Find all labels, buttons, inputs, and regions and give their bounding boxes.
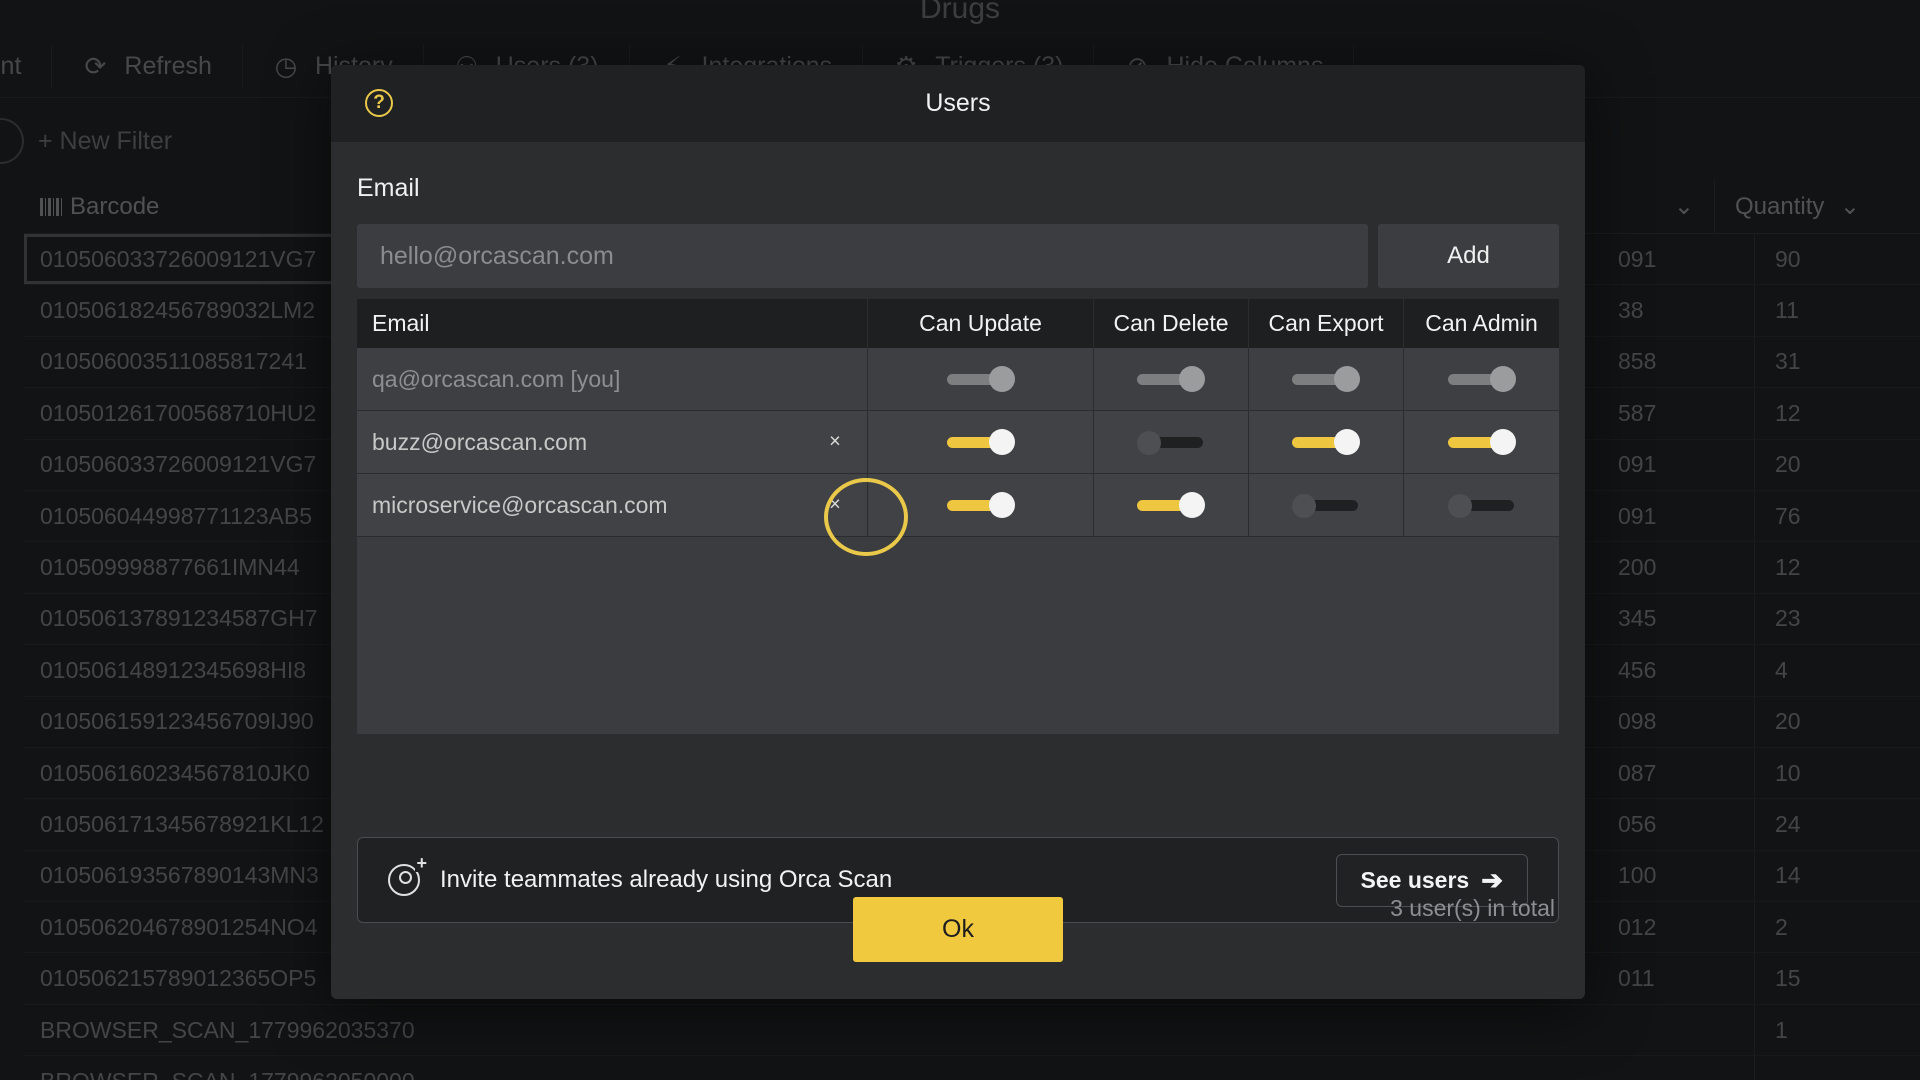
can-update-toggle (946, 364, 1015, 394)
add-button[interactable]: Add (1378, 224, 1559, 288)
toggle-knob (988, 429, 1015, 455)
header-can-delete: Can Delete (1094, 299, 1249, 348)
permission-cell-can-export (1249, 474, 1404, 536)
can-delete-toggle[interactable] (1137, 427, 1205, 457)
dialog-body: Email Add Email Can Update Can Delete Ca… (357, 142, 1559, 734)
dialog-header: ? Users (331, 65, 1585, 142)
can-export-toggle[interactable] (1292, 490, 1360, 520)
can-admin-toggle (1447, 364, 1516, 394)
email-label: Email (357, 174, 420, 202)
toggle-knob (1447, 494, 1472, 518)
toggle-knob (1292, 494, 1316, 518)
permission-cell-can-admin (1404, 348, 1559, 410)
user-email: buzz@orcascan.com (372, 428, 588, 455)
email-input[interactable] (357, 224, 1368, 288)
user-email: microservice@orcascan.com (372, 491, 668, 518)
permission-cell-can-delete (1094, 411, 1249, 473)
header-email: Email (357, 299, 868, 348)
permission-cell-can-delete (1094, 348, 1249, 410)
ok-button[interactable]: Ok (853, 897, 1063, 962)
can-delete-toggle[interactable] (1137, 490, 1205, 520)
click-highlight-ring (824, 478, 908, 556)
user-email-cell: buzz@orcascan.com × (357, 411, 868, 473)
help-icon[interactable]: ? (365, 89, 393, 117)
toggle-knob (988, 492, 1015, 518)
header-can-admin: Can Admin (1425, 310, 1538, 336)
can-admin-toggle[interactable] (1447, 427, 1516, 457)
toggle-knob (1179, 366, 1205, 392)
can-delete-toggle (1137, 364, 1205, 394)
users-table-header: Email Can Update Can Delete Can Export C… (357, 299, 1559, 348)
permission-cell-can-export (1249, 348, 1404, 410)
permission-cell-can-export (1249, 411, 1404, 473)
can-update-toggle[interactable] (946, 490, 1015, 520)
user-email: qa@orcascan.com [you] (372, 365, 621, 392)
user-email-cell: qa@orcascan.com [you] (357, 348, 868, 410)
toggle-knob (1334, 366, 1360, 392)
arrow-right-icon: ➔ (1481, 864, 1503, 895)
permission-cell-can-admin (1404, 474, 1559, 536)
user-row: qa@orcascan.com [you] (357, 348, 1559, 411)
user-email-cell: microservice@orcascan.com × (357, 474, 908, 556)
can-export-toggle (1292, 364, 1360, 394)
toggle-knob (1489, 366, 1516, 392)
invite-text: Invite teammates already using Orca Scan (440, 866, 893, 893)
permission-cell-can-update (868, 348, 1094, 410)
permission-cell-can-admin (1404, 411, 1559, 473)
add-user-icon (388, 854, 428, 896)
header-can-update: Can Update (868, 299, 1094, 348)
permission-cell-can-delete (1094, 474, 1249, 536)
user-count: 3 user(s) in total (1390, 895, 1555, 921)
users-table: Email Can Update Can Delete Can Export C… (357, 299, 1559, 734)
users-table-body: qa@orcascan.com [you] buzz@orcascan.com × m… (357, 348, 1559, 556)
can-admin-toggle[interactable] (1447, 490, 1516, 520)
can-update-toggle[interactable] (946, 427, 1015, 457)
toggle-knob (988, 366, 1015, 392)
toggle-knob (1489, 429, 1516, 455)
toggle-knob (1137, 431, 1161, 455)
toggle-knob (1334, 429, 1360, 455)
user-row: microservice@orcascan.com × (357, 474, 1559, 556)
remove-user-icon[interactable]: × (825, 431, 845, 454)
user-row: buzz@orcascan.com × (357, 411, 1559, 474)
add-user-row: Add (357, 224, 1559, 288)
see-users-label: See users (1360, 866, 1470, 893)
users-dialog: ? Users Email Add Email Can Update Can D… (331, 65, 1585, 999)
permission-cell-can-update (868, 411, 1094, 473)
can-export-toggle[interactable] (1292, 427, 1360, 457)
toggle-knob (1179, 492, 1205, 518)
header-can-export: Can Export (1249, 299, 1404, 348)
dialog-title: Users (925, 89, 991, 117)
